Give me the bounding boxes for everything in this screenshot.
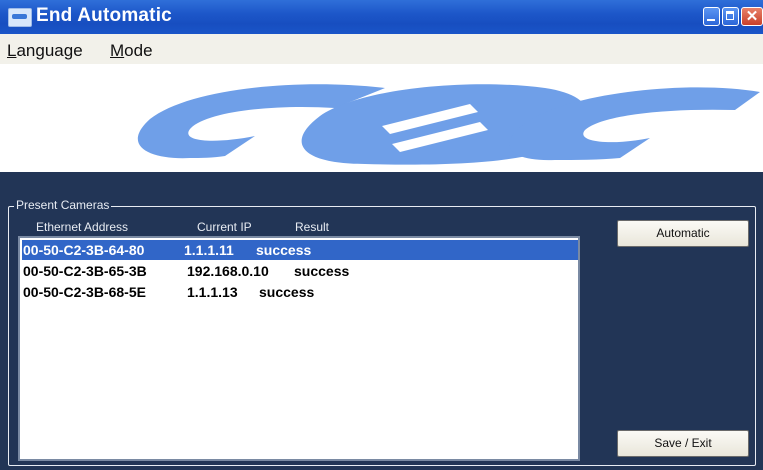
column-header-current-ip: Current IP xyxy=(197,220,252,234)
menu-mode[interactable]: Mode xyxy=(110,41,153,61)
title-bar[interactable]: End Automatic ✕ xyxy=(0,0,763,34)
minimize-button[interactable] xyxy=(703,7,720,26)
ethernet-address: 00-50-C2-3B-68-5E xyxy=(23,284,146,300)
app-icon xyxy=(8,8,32,27)
group-title: Present Cameras xyxy=(14,198,112,212)
result: success xyxy=(259,284,315,300)
list-item[interactable]: 00-50-C2-3B-65-3B 192.168.0.10 success xyxy=(22,261,578,281)
close-button[interactable]: ✕ xyxy=(741,7,763,26)
automatic-button[interactable]: Automatic xyxy=(617,220,749,247)
company-logo xyxy=(137,84,760,165)
list-item[interactable]: 00-50-C2-3B-64-80 1.1.1.11 success xyxy=(22,240,578,260)
list-item[interactable]: 00-50-C2-3B-68-5E 1.1.1.13 success xyxy=(22,282,578,302)
column-header-result: Result xyxy=(295,220,330,234)
menu-bar: Language Mode xyxy=(0,34,763,64)
current-ip: 1.1.1.11 xyxy=(184,242,234,258)
maximize-button[interactable] xyxy=(722,7,739,26)
result: success xyxy=(256,242,312,258)
close-icon: ✕ xyxy=(745,8,759,25)
ethernet-address: 00-50-C2-3B-64-80 xyxy=(23,242,145,258)
column-header-ethernet-address: Ethernet Address xyxy=(36,220,129,234)
result: success xyxy=(294,263,350,279)
menu-language[interactable]: Language xyxy=(7,41,83,61)
logo-banner xyxy=(0,64,763,172)
cameras-list[interactable]: 00-50-C2-3B-64-80 1.1.1.11 success 00-50… xyxy=(18,236,580,461)
current-ip: 1.1.1.13 xyxy=(187,284,238,300)
cameras-panel: Present Cameras Ethernet Address Current… xyxy=(0,172,763,470)
ethernet-address: 00-50-C2-3B-65-3B xyxy=(23,263,147,279)
save-exit-button[interactable]: Save / Exit xyxy=(617,430,749,457)
window-title: End Automatic xyxy=(36,5,172,26)
current-ip: 192.168.0.10 xyxy=(187,263,269,279)
